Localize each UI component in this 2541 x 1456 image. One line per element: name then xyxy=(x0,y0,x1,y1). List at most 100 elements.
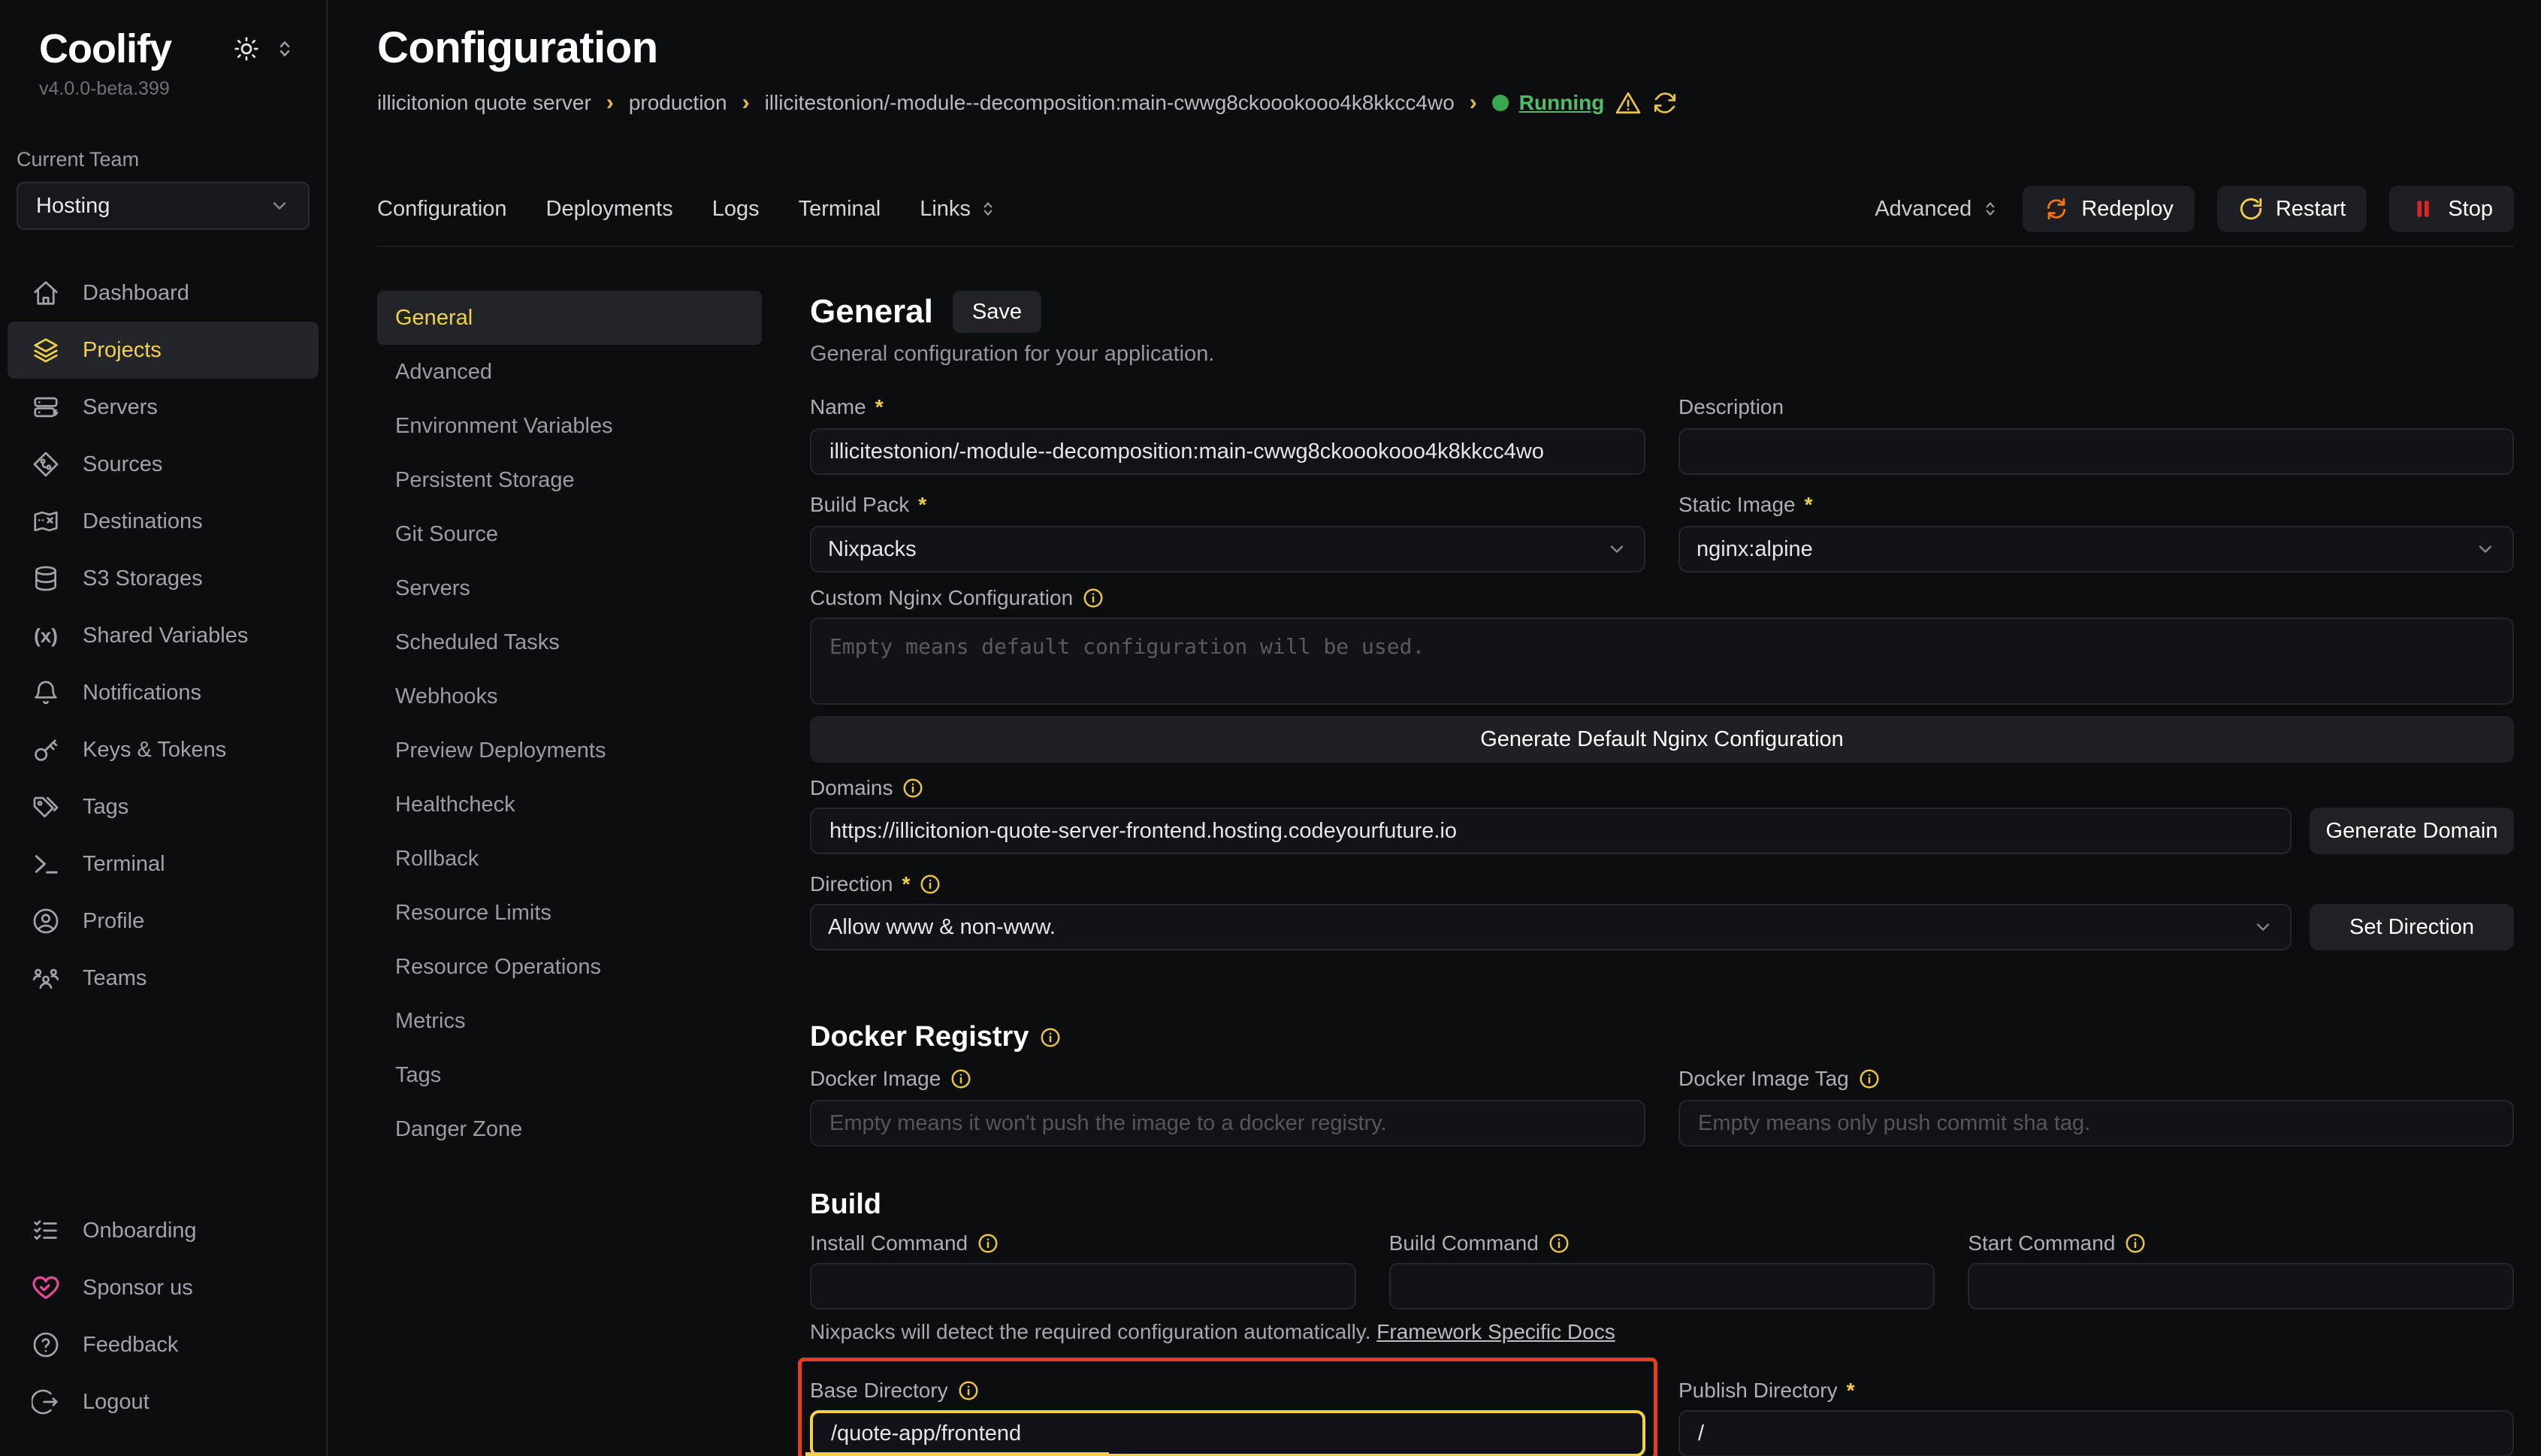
status-badge: Running xyxy=(1492,89,1678,116)
subnav-servers[interactable]: Servers xyxy=(377,561,762,615)
subnav-environment-variables[interactable]: Environment Variables xyxy=(377,399,762,453)
refresh-status-icon[interactable] xyxy=(1652,90,1678,116)
sidebar-item-label: Servers xyxy=(83,395,158,420)
description-label: Description xyxy=(1678,394,2514,421)
sidebar-item-shared-variables[interactable]: (x) Shared Variables xyxy=(8,607,319,664)
build-command-input[interactable] xyxy=(1389,1263,1935,1309)
git-source-icon xyxy=(32,450,60,479)
sidebar-item-label: Profile xyxy=(83,909,144,934)
sidebar-item-profile[interactable]: Profile xyxy=(8,893,319,950)
subnav-metrics[interactable]: Metrics xyxy=(377,994,762,1048)
description-input[interactable] xyxy=(1678,428,2514,475)
sidebar-item-logout[interactable]: Logout xyxy=(8,1373,319,1430)
tab-logs[interactable]: Logs xyxy=(712,197,760,222)
docker-image-tag-input[interactable] xyxy=(1678,1100,2514,1146)
sidebar-item-servers[interactable]: Servers xyxy=(8,379,319,436)
team-select[interactable]: Hosting xyxy=(17,182,310,230)
set-direction-button[interactable]: Set Direction xyxy=(2310,904,2514,950)
breadcrumb-environment[interactable]: production xyxy=(629,91,727,115)
redeploy-icon xyxy=(2044,196,2069,222)
subnav-healthcheck[interactable]: Healthcheck xyxy=(377,778,762,832)
sidebar-item-notifications[interactable]: Notifications xyxy=(8,664,319,721)
static-image-select[interactable]: nginx:alpine xyxy=(1678,526,2514,572)
tab-links[interactable]: Links xyxy=(920,197,998,222)
page-title: Configuration xyxy=(377,23,2514,73)
info-icon xyxy=(1039,1026,1062,1049)
direction-select[interactable]: Allow www & non-www. xyxy=(810,904,2292,950)
sidebar-item-feedback[interactable]: Feedback xyxy=(8,1316,319,1373)
sidebar-item-destinations[interactable]: Destinations xyxy=(8,493,319,550)
start-command-input[interactable] xyxy=(1968,1263,2514,1309)
base-directory-input[interactable] xyxy=(810,1410,1645,1456)
sidebar-item-label: Destinations xyxy=(83,509,203,534)
info-icon xyxy=(902,777,924,799)
generate-nginx-button[interactable]: Generate Default Nginx Configuration xyxy=(810,716,2514,763)
database-icon xyxy=(32,564,60,593)
build-pack-select[interactable]: Nixpacks xyxy=(810,526,1645,572)
status-running-link[interactable]: Running xyxy=(1519,91,1605,115)
subnav-preview-deployments[interactable]: Preview Deployments xyxy=(377,723,762,778)
sidebar-item-s3-storages[interactable]: S3 Storages xyxy=(8,550,319,607)
restart-button[interactable]: Restart xyxy=(2217,186,2367,232)
subnav-persistent-storage[interactable]: Persistent Storage xyxy=(377,453,762,507)
bell-icon xyxy=(32,678,60,707)
theme-selector-icon[interactable] xyxy=(273,38,296,60)
sidebar-item-label: Shared Variables xyxy=(83,624,248,648)
tab-configuration[interactable]: Configuration xyxy=(377,197,507,222)
install-command-input[interactable] xyxy=(810,1263,1356,1309)
save-button[interactable]: Save xyxy=(953,291,1041,333)
advanced-menu[interactable]: Advanced xyxy=(1875,197,2000,222)
build-heading: Build xyxy=(810,1189,2514,1221)
domains-input[interactable] xyxy=(810,808,2292,854)
generate-domain-button[interactable]: Generate Domain xyxy=(2310,808,2514,854)
publish-directory-input[interactable] xyxy=(1678,1410,2514,1456)
sidebar-item-label: Feedback xyxy=(83,1333,178,1358)
redeploy-button[interactable]: Redeploy xyxy=(2023,186,2195,232)
breadcrumb-application[interactable]: illicitestonion/-module--decomposition:m… xyxy=(765,91,1455,115)
config-subnav: General Advanced Environment Variables P… xyxy=(377,291,762,1456)
nginx-config-textarea[interactable] xyxy=(810,618,2514,705)
sidebar-item-label: Teams xyxy=(83,966,147,991)
tab-deployments[interactable]: Deployments xyxy=(546,197,673,222)
subnav-general[interactable]: General xyxy=(377,291,762,345)
tab-terminal[interactable]: Terminal xyxy=(799,197,881,222)
start-command-label: Start Command xyxy=(1968,1230,2514,1257)
sidebar-item-label: S3 Storages xyxy=(83,566,203,591)
subnav-resource-limits[interactable]: Resource Limits xyxy=(377,886,762,940)
sidebar-item-terminal[interactable]: Terminal xyxy=(8,835,319,893)
subnav-advanced[interactable]: Advanced xyxy=(377,345,762,399)
theme-sun-icon[interactable] xyxy=(233,35,260,62)
subnav-webhooks[interactable]: Webhooks xyxy=(377,669,762,723)
subnav-scheduled-tasks[interactable]: Scheduled Tasks xyxy=(377,615,762,669)
advanced-selector-icon xyxy=(1981,199,2000,219)
sidebar-item-dashboard[interactable]: Dashboard xyxy=(8,264,319,322)
server-icon xyxy=(32,393,60,421)
breadcrumb: illicitonion quote server › production ›… xyxy=(377,89,2514,116)
subnav-danger-zone[interactable]: Danger Zone xyxy=(377,1102,762,1156)
subnav-tags[interactable]: Tags xyxy=(377,1048,762,1102)
sidebar-item-label: Projects xyxy=(83,338,162,363)
subnav-git-source[interactable]: Git Source xyxy=(377,507,762,561)
sidebar-item-sponsor[interactable]: Sponsor us xyxy=(8,1259,319,1316)
sidebar-item-projects[interactable]: Projects xyxy=(8,322,319,379)
sidebar-item-teams[interactable]: Teams xyxy=(8,950,319,1007)
chevron-down-icon xyxy=(2475,539,2496,560)
sidebar-item-sources[interactable]: Sources xyxy=(8,436,319,493)
domains-label: Domains xyxy=(810,775,2514,802)
stop-button[interactable]: Stop xyxy=(2389,186,2514,232)
sidebar-item-keys-tokens[interactable]: Keys & Tokens xyxy=(8,721,319,778)
name-input[interactable] xyxy=(810,428,1645,475)
coolify-logo: Coolify xyxy=(39,26,171,72)
sidebar-item-tags[interactable]: Tags xyxy=(8,778,319,835)
subnav-resource-operations[interactable]: Resource Operations xyxy=(377,940,762,994)
help-circle-icon xyxy=(32,1331,60,1359)
framework-docs-link[interactable]: Framework Specific Docs xyxy=(1376,1320,1615,1343)
breadcrumb-project[interactable]: illicitonion quote server xyxy=(377,91,591,115)
docker-image-input[interactable] xyxy=(810,1100,1645,1146)
subnav-rollback[interactable]: Rollback xyxy=(377,832,762,886)
general-form: General Save General configuration for y… xyxy=(810,291,2514,1456)
sidebar-item-onboarding[interactable]: Onboarding xyxy=(8,1202,319,1259)
sidebar-item-label: Terminal xyxy=(83,852,165,877)
build-command-label: Build Command xyxy=(1389,1230,1935,1257)
breadcrumb-separator: › xyxy=(1470,90,1477,116)
